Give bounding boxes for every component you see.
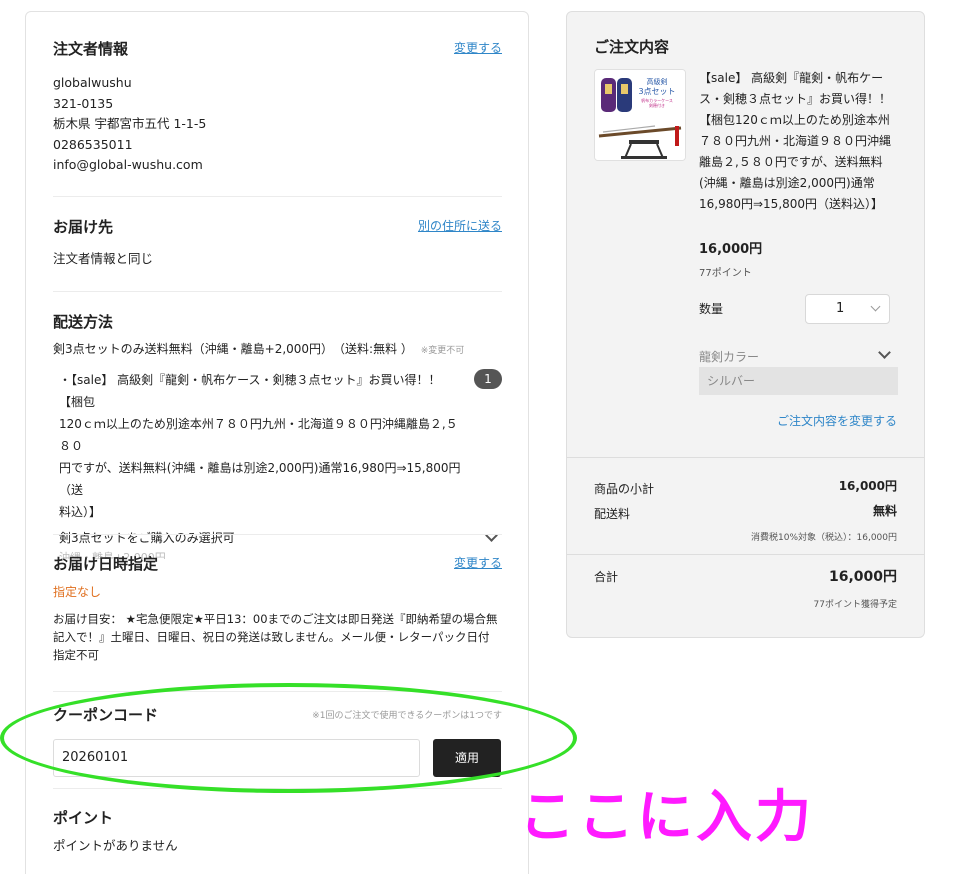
shipping-fee-value: 無料 [872,504,897,518]
chevron-down-icon [485,529,498,542]
coupon-note: ※1回のご注文で使用できるクーポンは1つです [312,711,502,721]
product-points: 77ポイント [699,268,752,279]
divider [567,554,924,555]
datetime-note-line: 記入で！』土曜日、日曜日、祝日の発送は致しません。メール便・レターパック日付 [53,630,490,644]
order-summary-card: ご注文内容 高級剣 3点セット 帆布カラーケース 剣穂付き 【sale】 高級剣… [566,11,925,638]
apply-coupon-button[interactable]: 適用 [433,739,501,777]
qty-label: 数量 [699,302,724,316]
datetime-value: 指定なし [53,585,102,599]
orderer-name: globalwushu [53,75,132,90]
shipping-item-line: 円ですが、送料無料(沖縄・離島は別途2,000円)通常16,980円⇒15,80… [59,461,461,497]
subtotal-label: 商品の小計 [594,482,655,496]
divider [53,196,502,197]
datetime-section: お届け日時指定 変更する 指定なし お届け目安： ★宅急便限定★平日13：00ま… [53,553,502,664]
shipping-option-select[interactable]: 剣3点セットをご購入のみ選択可 [53,529,502,549]
product-image: 高級剣 3点セット 帆布カラーケース 剣穂付き [595,70,685,160]
points-value: ポイントがありません [53,838,178,853]
shipping-title: 配送方法 [53,313,114,331]
orderer-title: 注文者情報 [53,40,129,58]
thumb-caption: 剣穂付き [649,102,665,108]
coupon-input[interactable]: 20260101 [53,739,420,777]
tax-note: 消費税10%対象（税込）：16,000円 [751,533,897,543]
checkout-form-card: 注文者情報 変更する globalwushu 321-0135 栃木県 宇都宮市… [25,11,529,874]
qty-badge: 1 [474,369,502,389]
color-label: 龍剣カラー [699,350,760,364]
quantity-select[interactable]: 1 [805,294,890,324]
points-title: ポイント [53,809,114,827]
edit-order-link[interactable]: ご注文内容を変更する [777,412,897,429]
datetime-change-link[interactable]: 変更する [454,554,502,571]
divider [53,691,502,692]
shipping-fee-label: 配送料 [594,507,631,521]
earn-points: 77ポイント獲得予定 [813,600,897,610]
divider [53,534,502,535]
shipping-note: ※変更不可 [420,346,465,356]
orderer-phone: 0286535011 [53,136,133,152]
shipping-item-line: 料込）】 [59,505,102,519]
shipping-item-line: ・【sale】 高級剣『龍剣・帆布ケース・剣穂３点セット』お買い得！！【梱包 [59,373,441,409]
product-thumbnail: 高級剣 3点セット 帆布カラーケース 剣穂付き [594,69,686,161]
divider [53,788,502,789]
summary-title: ご注文内容 [594,38,670,56]
shipping-section: 配送方法 剣3点セットのみ送料無料（沖縄・離島+2,000円） （送料:無料 ）… [53,311,502,559]
chevron-down-icon[interactable] [878,346,891,359]
points-section: ポイント ポイントがありません [53,807,502,857]
orderer-address: 栃木県 宇都宮市五代 1-1-5 [53,116,207,131]
product-price: 16,000円 [699,242,763,257]
product-title: 【sale】 高級剣『龍剣・帆布ケース・剣穂３点セット』お買い得！！【梱包120… [699,71,892,211]
chevron-down-icon [870,301,881,312]
orderer-zip: 321-0135 [53,95,114,111]
divider [53,291,502,292]
datetime-note-line: お届け目安： ★宅急便限定★平日13：00までのご注文は即日発送『即納希望の場合… [53,612,498,626]
thumb-caption: 3点セット [638,87,675,96]
orderer-section: 注文者情報 変更する globalwushu 321-0135 栃木県 宇都宮市… [53,38,502,176]
thumb-caption: 高級剣 [647,77,668,86]
shipping-item-line: 120ｃｍ以上のため別途本州７８０円九州・北海道９８０円沖縄離島２,５８０ [59,417,458,453]
coupon-section: クーポンコード ※1回のご注文で使用できるクーポンは1つです 20260101 … [53,704,502,777]
alt-address-link[interactable]: 別の住所に送る [418,217,502,234]
shipping-item: ・【sale】 高級剣『龍剣・帆布ケース・剣穂３点セット』お買い得！！【梱包 1… [53,369,502,523]
total-value: 16,000円 [828,569,897,585]
total-label: 合計 [594,570,619,584]
orderer-email: info@global-wushu.com [53,157,203,172]
delivery-value: 注文者情報と同じ [53,251,154,266]
shipping-method: 剣3点セットのみ送料無料（沖縄・離島+2,000円） （送料:無料 ） [53,342,413,356]
orderer-change-link[interactable]: 変更する [454,39,502,56]
divider [567,457,924,458]
quantity-value: 1 [836,301,845,316]
datetime-title: お届け日時指定 [53,555,159,573]
datetime-note-line: 指定不可 [53,648,99,662]
color-select[interactable]: シルバー [699,367,898,395]
annotation-text: ここに入力 [519,785,814,850]
subtotal-value: 16,000円 [838,479,897,493]
delivery-section: お届け先 別の住所に送る 注文者情報と同じ [53,216,502,270]
